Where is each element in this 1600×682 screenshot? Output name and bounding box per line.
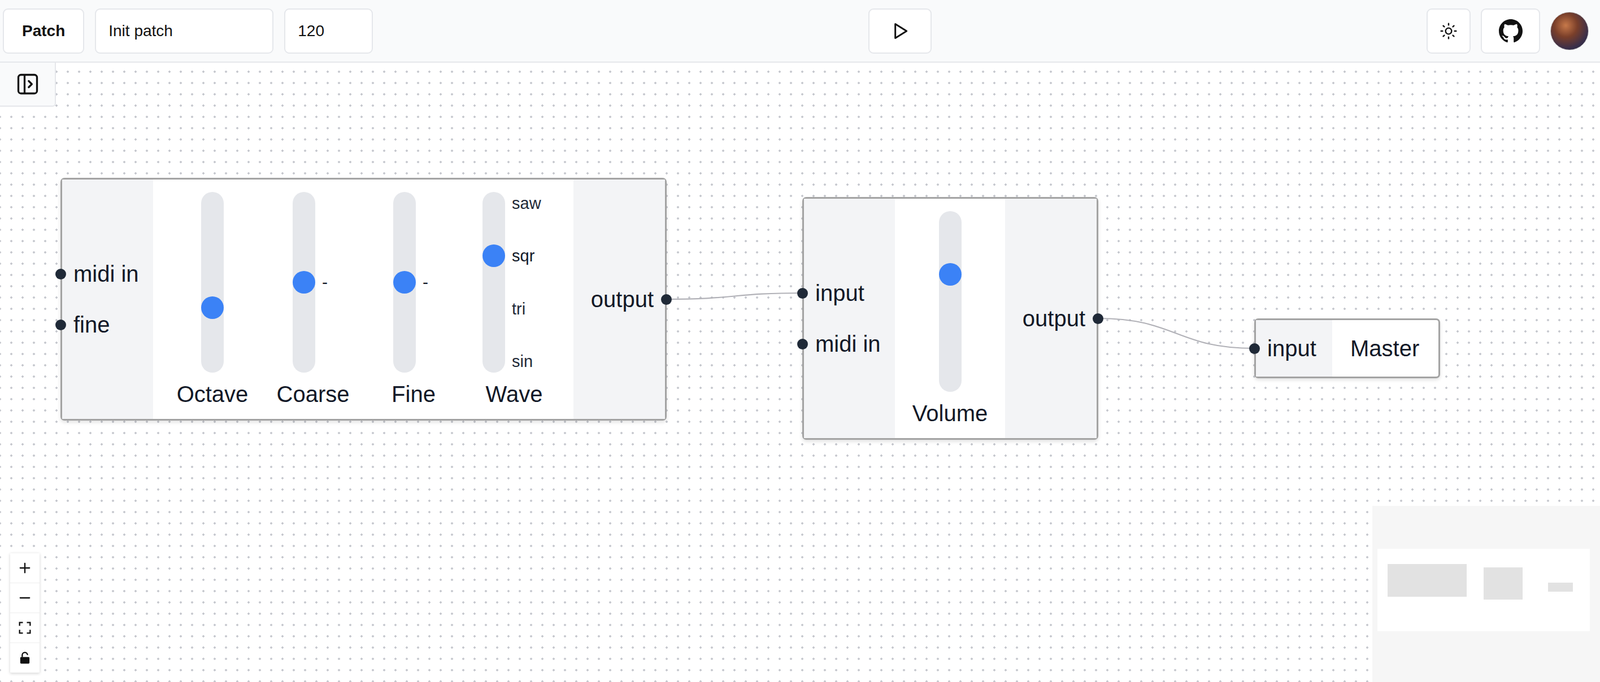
slider-track[interactable]	[292, 192, 316, 373]
zoom-controls	[10, 553, 40, 674]
output-port[interactable]: output	[1022, 307, 1097, 330]
controls: Octave - Coarse - Fine saw sqr tri sin Wave	[153, 179, 574, 420]
port-handle[interactable]	[661, 294, 672, 306]
slider-track[interactable]	[393, 192, 416, 373]
input-port[interactable]: midi in	[62, 262, 154, 286]
wave-options: saw sqr tri sin	[511, 192, 546, 373]
slider-track[interactable]	[201, 192, 224, 373]
slider[interactable]	[938, 211, 962, 393]
master-node[interactable]: input Master	[1254, 318, 1441, 379]
minimap-node	[1483, 567, 1523, 600]
port-handle[interactable]	[1249, 343, 1260, 355]
minimap-viewport	[1377, 549, 1590, 632]
slider-reading: -	[322, 274, 328, 291]
minus-icon	[16, 590, 33, 607]
patch-cable[interactable]	[1098, 318, 1255, 349]
theme-toggle-button[interactable]	[1426, 8, 1471, 54]
slider-thumb[interactable]	[938, 263, 962, 286]
node-title: Master	[1332, 320, 1439, 377]
slider-track[interactable]	[938, 211, 962, 393]
control: - Coarse	[270, 192, 356, 408]
control-label: Coarse	[276, 380, 350, 408]
minimap-node	[1387, 564, 1467, 598]
wave-option[interactable]: tri	[511, 300, 526, 317]
github-button[interactable]	[1480, 8, 1541, 54]
fit-view-button[interactable]	[10, 613, 40, 644]
input-ports: input	[1255, 320, 1333, 377]
slider[interactable]	[201, 192, 224, 373]
slider-thumb[interactable]	[292, 271, 316, 294]
play-button[interactable]	[868, 8, 932, 54]
input-port[interactable]: input	[803, 281, 895, 305]
port-label: midi in	[73, 261, 139, 287]
port-handle[interactable]	[55, 319, 67, 331]
input-port[interactable]: input	[1255, 337, 1333, 360]
port-label: output	[590, 287, 654, 312]
patch-name-field[interactable]	[94, 8, 274, 54]
output-ports: output	[573, 179, 665, 420]
slider-thumb[interactable]	[482, 244, 506, 268]
plus-icon	[16, 560, 33, 577]
input-ports: input midi in	[803, 198, 895, 439]
control-label: Volume	[912, 400, 988, 428]
port-handle[interactable]	[797, 288, 808, 299]
input-port[interactable]: fine	[62, 313, 154, 337]
patch-cable[interactable]	[666, 293, 803, 300]
control-label: Octave	[176, 380, 249, 408]
toolbar-right	[1426, 8, 1589, 54]
slider-reading-area: -	[422, 192, 434, 373]
volume-node[interactable]: input midi in Volume output	[802, 197, 1099, 441]
sun-icon	[1439, 22, 1458, 41]
tempo-field[interactable]	[284, 8, 373, 54]
zoom-in-button[interactable]	[10, 553, 40, 584]
slider[interactable]: -	[393, 192, 434, 373]
wave-option[interactable]: sqr	[511, 248, 535, 265]
controls: Volume	[894, 198, 1006, 439]
top-bar: Patch	[0, 0, 1600, 63]
wave-option[interactable]: saw	[511, 195, 542, 212]
slider-thumb[interactable]	[201, 296, 224, 320]
play-icon	[888, 19, 912, 43]
port-label: fine	[73, 312, 111, 338]
port-label: input	[815, 280, 865, 306]
port-handle[interactable]	[797, 338, 808, 350]
user-avatar[interactable]	[1550, 11, 1589, 51]
slider[interactable]: -	[292, 192, 334, 373]
lock-button[interactable]	[10, 643, 40, 674]
control: Octave	[170, 192, 255, 408]
minimap[interactable]	[1372, 506, 1600, 682]
port-label: input	[1267, 336, 1317, 362]
output-port[interactable]: output	[590, 288, 665, 311]
patch-menu-button[interactable]: Patch	[2, 8, 85, 54]
port-label: output	[1022, 306, 1086, 332]
input-ports: midi in fine	[62, 179, 154, 420]
toolbar-left: Patch	[2, 8, 373, 54]
patch-canvas[interactable]: midi in fine Octave - Coarse - Fine saw sqr tri si…	[0, 62, 1600, 682]
wave-option[interactable]: sin	[511, 353, 533, 371]
slider-thumb[interactable]	[393, 271, 416, 294]
control: - Fine	[371, 192, 456, 408]
control: Volume	[907, 211, 993, 428]
port-label: midi in	[815, 331, 881, 357]
port-handle[interactable]	[55, 268, 67, 280]
sidebar-toggle[interactable]	[0, 62, 56, 107]
github-icon	[1498, 19, 1523, 43]
minimap-node	[1548, 583, 1573, 593]
panel-icon	[15, 71, 41, 97]
fit-view-icon	[16, 620, 33, 637]
input-port[interactable]: midi in	[803, 332, 895, 356]
slider-reading: -	[422, 274, 429, 291]
slider-track[interactable]	[482, 192, 506, 373]
zoom-out-button[interactable]	[10, 583, 40, 614]
wave-selector[interactable]: saw sqr tri sin	[482, 192, 546, 373]
control-label: Wave	[485, 380, 543, 408]
slider-reading-area: -	[322, 192, 334, 373]
port-handle[interactable]	[1092, 313, 1104, 325]
control-label: Fine	[391, 380, 436, 408]
oscillator-node[interactable]: midi in fine Octave - Coarse - Fine saw sqr tri si…	[60, 177, 667, 421]
lock-icon	[16, 650, 33, 667]
output-ports: output	[1005, 198, 1097, 439]
control: saw sqr tri sin Wave	[471, 192, 557, 408]
